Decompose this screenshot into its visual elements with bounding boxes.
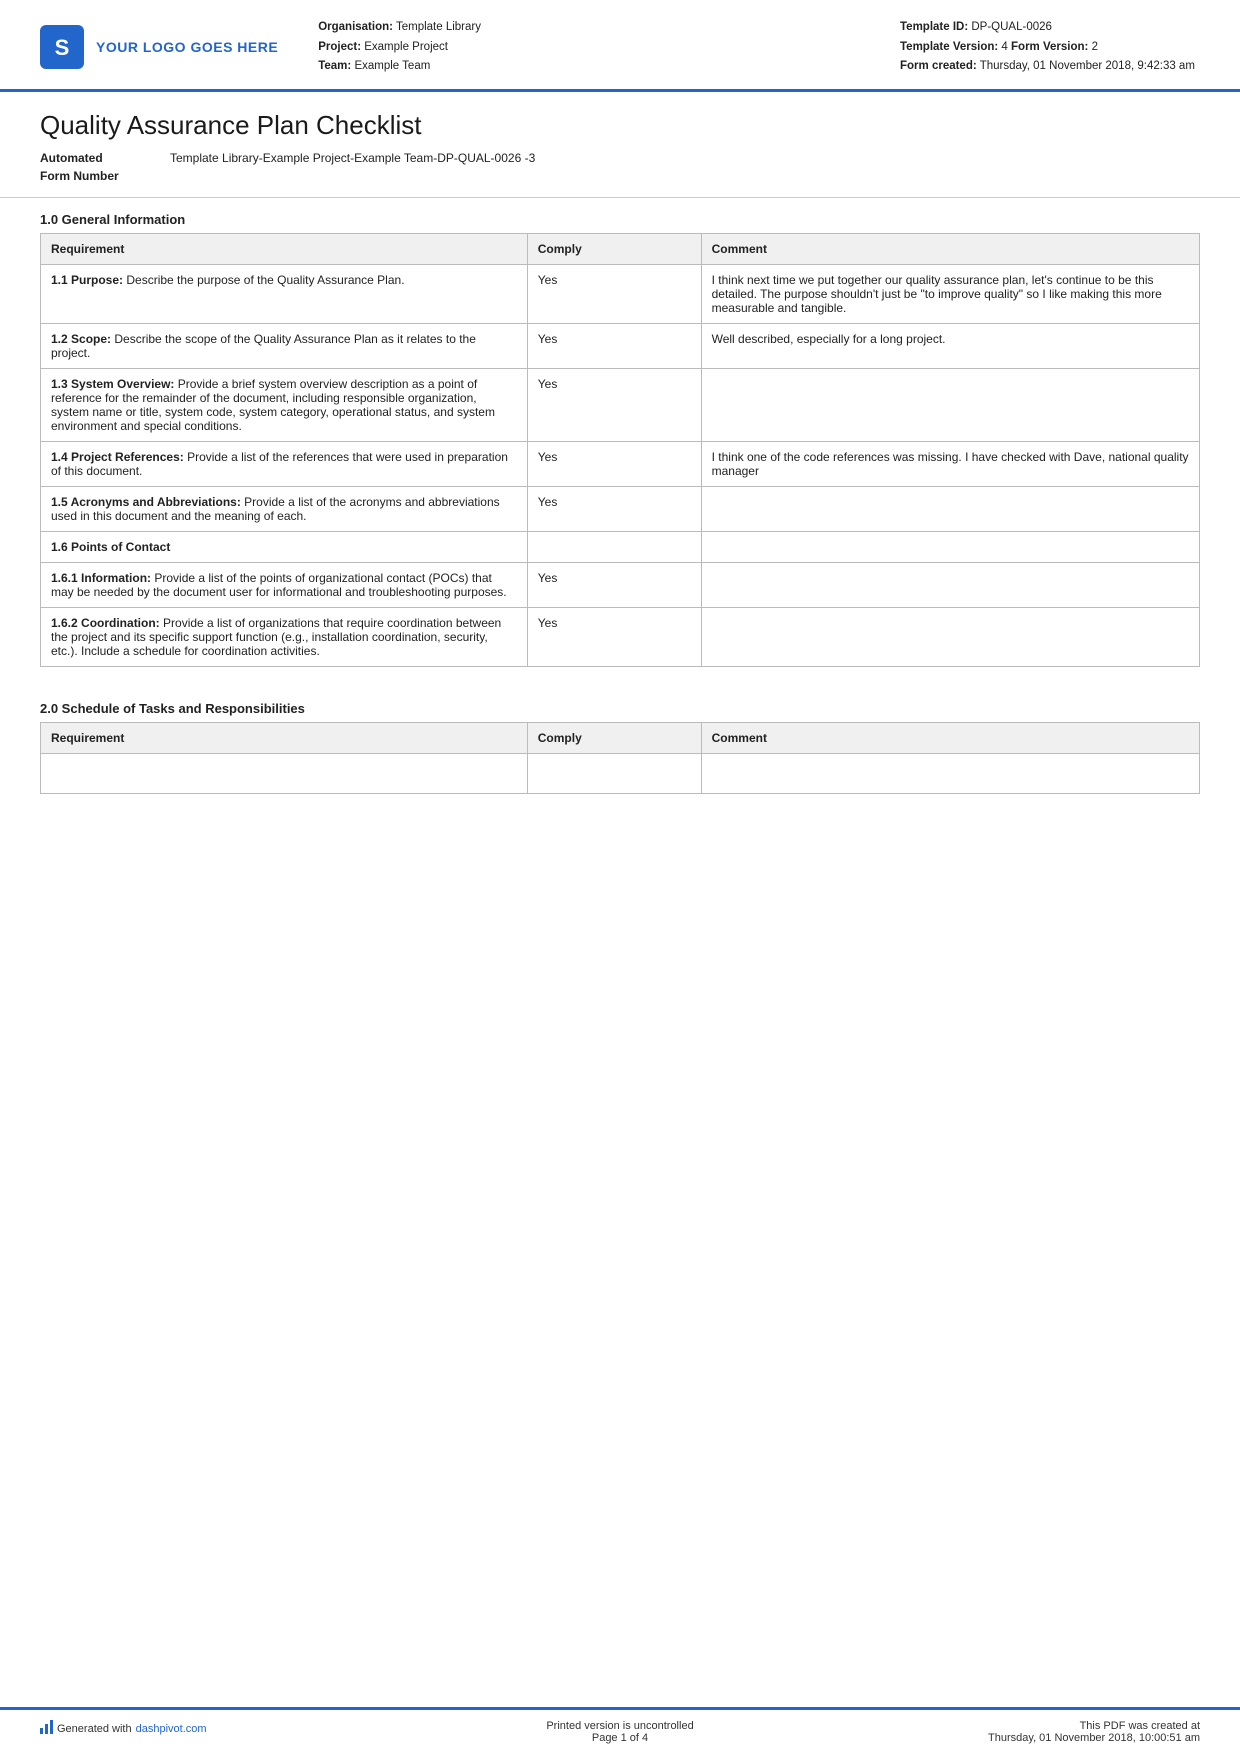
svg-text:S: S bbox=[55, 35, 70, 60]
form-created-label: Form created: bbox=[900, 60, 977, 72]
title-section: Quality Assurance Plan Checklist Automat… bbox=[0, 92, 1240, 198]
footer-left: Generated with dashpivot.com bbox=[40, 1720, 427, 1737]
project-label: Project: bbox=[318, 41, 361, 53]
table-row bbox=[41, 753, 1200, 793]
footer: Generated with dashpivot.com Printed ver… bbox=[0, 1707, 1240, 1754]
org-row: Organisation: Template Library bbox=[318, 18, 900, 38]
generated-text: Generated with bbox=[57, 1723, 132, 1735]
section2-heading: 2.0 Schedule of Tasks and Responsibiliti… bbox=[0, 687, 1240, 722]
footer-right: This PDF was created at Thursday, 01 Nov… bbox=[813, 1720, 1200, 1744]
team-row: Team: Example Team bbox=[318, 57, 900, 77]
header: S YOUR LOGO GOES HERE Organisation: Temp… bbox=[0, 0, 1240, 92]
template-id-label: Template ID: bbox=[900, 21, 968, 33]
table-row: 1.6 Points of Contact bbox=[41, 531, 1200, 562]
doc-title: Quality Assurance Plan Checklist bbox=[40, 110, 1200, 141]
form-version-value: 2 bbox=[1092, 41, 1098, 53]
s2-col-req-header: Requirement bbox=[41, 722, 528, 753]
form-created-value: Thursday, 01 November 2018, 9:42:33 am bbox=[980, 60, 1195, 72]
section2-table: Requirement Comply Comment bbox=[40, 722, 1200, 794]
form-number-label: AutomatedForm Number bbox=[40, 149, 170, 185]
dashpivot-logo: Generated with dashpivot.com bbox=[40, 1720, 207, 1737]
table-row: 1.3 System Overview: Provide a brief sys… bbox=[41, 368, 1200, 441]
org-label: Organisation: bbox=[318, 21, 393, 33]
template-version-row: Template Version: 4 Form Version: 2 bbox=[900, 38, 1200, 58]
col-comply-header: Comply bbox=[527, 233, 701, 264]
footer-uncontrolled: Printed version is uncontrolled bbox=[427, 1720, 814, 1732]
table-row: 1.6.2 Coordination: Provide a list of or… bbox=[41, 607, 1200, 666]
footer-center: Printed version is uncontrolled Page 1 o… bbox=[427, 1720, 814, 1744]
table-row: 1.5 Acronyms and Abbreviations: Provide … bbox=[41, 486, 1200, 531]
bar-chart-icon bbox=[40, 1720, 53, 1737]
logo-text: YOUR LOGO GOES HERE bbox=[96, 39, 278, 55]
logo-section: S YOUR LOGO GOES HERE bbox=[40, 18, 278, 77]
dashpivot-link[interactable]: dashpivot.com bbox=[136, 1723, 207, 1735]
form-number-value: Template Library-Example Project-Example… bbox=[170, 149, 535, 167]
template-id-row: Template ID: DP-QUAL-0026 bbox=[900, 18, 1200, 38]
logo-icon: S bbox=[40, 25, 84, 69]
org-value: Template Library bbox=[396, 21, 481, 33]
project-row: Project: Example Project bbox=[318, 38, 900, 58]
template-version-value: 4 bbox=[1001, 41, 1007, 53]
col-req-header: Requirement bbox=[41, 233, 528, 264]
section1-heading: 1.0 General Information bbox=[0, 198, 1240, 233]
project-value: Example Project bbox=[364, 41, 448, 53]
team-label: Team: bbox=[318, 60, 351, 72]
form-version-label: Form Version: bbox=[1011, 41, 1092, 53]
table-row: 1.4 Project References: Provide a list o… bbox=[41, 441, 1200, 486]
s2-col-comment-header: Comment bbox=[701, 722, 1199, 753]
template-version-label: Template Version: bbox=[900, 41, 998, 53]
team-value: Example Team bbox=[354, 60, 430, 72]
table-row: 1.6.1 Information: Provide a list of the… bbox=[41, 562, 1200, 607]
s2-col-comply-header: Comply bbox=[527, 722, 701, 753]
form-number-row: AutomatedForm Number Template Library-Ex… bbox=[40, 149, 1200, 185]
footer-pdf-created: This PDF was created at bbox=[813, 1720, 1200, 1732]
col-comment-header: Comment bbox=[701, 233, 1199, 264]
table-row: 1.2 Scope: Describe the scope of the Qua… bbox=[41, 323, 1200, 368]
header-meta-right: Template ID: DP-QUAL-0026 Template Versi… bbox=[900, 18, 1200, 77]
form-created-row: Form created: Thursday, 01 November 2018… bbox=[900, 57, 1200, 77]
template-id-value: DP-QUAL-0026 bbox=[971, 21, 1052, 33]
table-row: 1.1 Purpose: Describe the purpose of the… bbox=[41, 264, 1200, 323]
header-meta-center: Organisation: Template Library Project: … bbox=[278, 18, 900, 77]
footer-pdf-date: Thursday, 01 November 2018, 10:00:51 am bbox=[813, 1732, 1200, 1744]
footer-page: Page 1 of 4 bbox=[427, 1732, 814, 1744]
section1-table: Requirement Comply Comment 1.1 Purpose: … bbox=[40, 233, 1200, 667]
